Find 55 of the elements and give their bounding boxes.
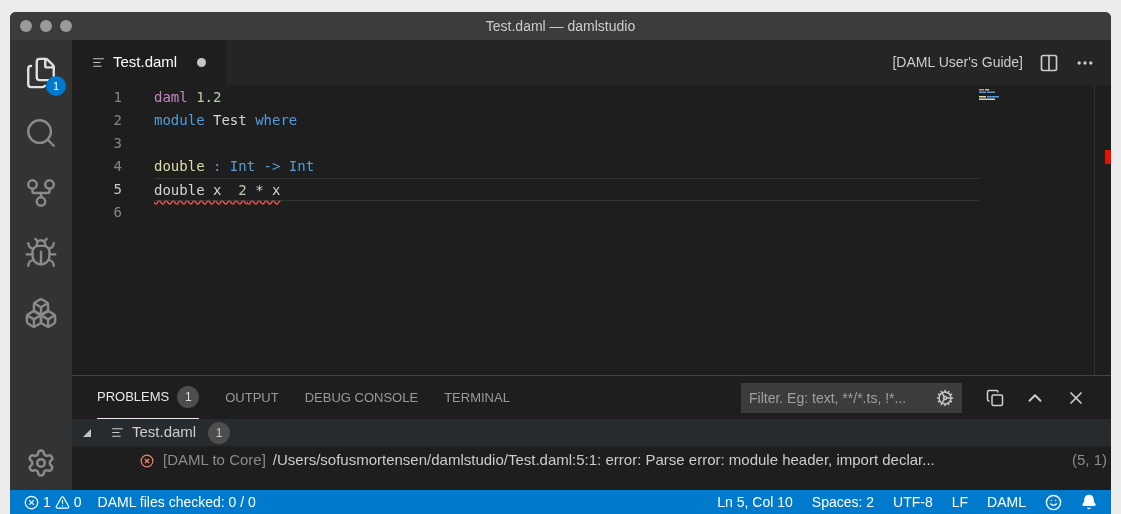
code-line: daml 1.2 xyxy=(154,89,222,105)
close-window-icon[interactable] xyxy=(20,20,32,32)
panel-tab[interactable]: TERMINAL xyxy=(444,376,510,419)
status-item[interactable]: UTF-8 xyxy=(893,491,933,513)
users-guide-link[interactable]: [DAML User's Guide] xyxy=(892,52,1023,73)
bell-icon[interactable] xyxy=(1081,494,1097,510)
status-item[interactable]: DAML xyxy=(987,491,1026,513)
line-number: 2 xyxy=(112,111,122,130)
count-badge: 1 xyxy=(208,421,231,444)
smiley-icon[interactable] xyxy=(1045,493,1062,511)
panel-tab[interactable]: DEBUG CONSOLE xyxy=(304,376,419,419)
file-lines-icon xyxy=(111,426,124,439)
problem-row[interactable]: [DAML to Core] /Users/sofusmortensen/damlstudio/Test.daml:5:1: error: Parse error: module header, import declar... (5, 1) xyxy=(72,446,1111,475)
maximize-window-icon[interactable] xyxy=(60,20,72,32)
line-number: 1 xyxy=(112,88,122,107)
gear-icon[interactable] xyxy=(936,388,954,407)
filter-field[interactable]: Filter. Eg: text, **/*.ts, !*... xyxy=(741,382,962,413)
notification-badge: 1 xyxy=(46,76,66,96)
error-icon[interactable] xyxy=(24,494,39,510)
blocks-icon[interactable] xyxy=(24,296,58,330)
file-lines-icon xyxy=(92,56,105,69)
error-count[interactable]: 1 xyxy=(43,491,51,513)
bug-icon[interactable] xyxy=(24,236,58,270)
problem-position: (5, 1) xyxy=(1072,450,1107,471)
line-number: 3 xyxy=(112,134,122,153)
panel-tab[interactable]: OUTPUT xyxy=(225,376,279,419)
split-editor-icon[interactable] xyxy=(1039,52,1059,73)
window-title: Test.daml — damlstudio xyxy=(485,16,636,36)
problem-file-row[interactable]: Test.daml 1 xyxy=(72,419,1111,446)
status-item[interactable]: Ln 5, Col 10 xyxy=(717,491,793,513)
files-icon[interactable] xyxy=(24,56,58,90)
search-icon[interactable] xyxy=(24,116,58,150)
count-badge: 1 xyxy=(177,386,200,408)
error-icon xyxy=(140,453,154,468)
line-number: 6 xyxy=(112,203,122,222)
status-item[interactable]: Spaces: 2 xyxy=(811,491,875,513)
minimize-window-icon[interactable] xyxy=(40,20,52,32)
settings-icon[interactable] xyxy=(26,448,56,478)
fork-icon[interactable] xyxy=(24,176,58,210)
problem-source: [DAML to Core] xyxy=(163,450,266,471)
code-line: module Test where xyxy=(154,112,298,128)
file-name: Test.daml xyxy=(132,422,197,443)
code-line: double x 2 * x xyxy=(154,182,281,198)
editor-tab[interactable]: Test.daml xyxy=(72,40,227,85)
line-number: 4 xyxy=(112,157,122,176)
warning-icon[interactable] xyxy=(54,494,70,510)
collapse-all-icon[interactable] xyxy=(986,388,1004,407)
error-marker xyxy=(1105,150,1111,164)
problem-message: /Users/sofusmortensen/damlstudio/Test.daml:5:1: error: Parse error: module header, import declar... xyxy=(272,450,935,471)
status-item[interactable]: DAML files checked: 0 / 0 xyxy=(97,491,256,513)
status-item[interactable]: LF xyxy=(951,491,969,513)
line-number: 5 xyxy=(112,180,122,199)
code-line: double : Int -> Int xyxy=(154,158,315,174)
warning-count[interactable]: 0 xyxy=(73,491,82,513)
twistie-icon[interactable] xyxy=(83,428,91,437)
